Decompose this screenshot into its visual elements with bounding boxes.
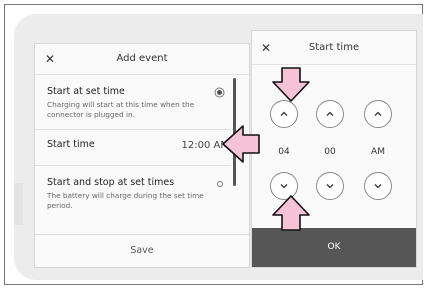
chevron-up-icon — [374, 111, 382, 116]
option2-title: Start and stop at set times — [47, 177, 175, 188]
option1-radio[interactable] — [217, 90, 222, 95]
hour-up-button[interactable] — [270, 100, 298, 128]
period-up-button[interactable] — [364, 100, 392, 128]
add-event-header: ✕ Add event — [35, 44, 249, 75]
left-arrow-callout — [222, 125, 260, 163]
save-button[interactable]: Save — [35, 234, 249, 267]
start-time-label: Start time — [47, 139, 95, 150]
up-arrow-callout — [272, 195, 310, 231]
ok-button[interactable]: OK — [252, 228, 416, 267]
chevron-up-icon — [326, 111, 334, 116]
period-value: AM — [371, 147, 385, 157]
divider — [35, 165, 231, 166]
chevron-down-icon — [374, 184, 382, 189]
chevron-down-icon — [326, 184, 334, 189]
hour-value: 04 — [278, 147, 290, 157]
minute-up-button[interactable] — [316, 100, 344, 128]
start-time-dialog: ✕ Start time 04 00 AM OK — [251, 30, 417, 268]
option2-description: The battery will charge during the set t… — [47, 191, 204, 210]
add-event-title: Add event — [116, 53, 168, 64]
start-time-header: ✕ Start time — [252, 31, 416, 65]
chevron-down-icon — [280, 184, 288, 189]
start-time-title: Start time — [308, 42, 360, 53]
option1-title: Start at set time — [47, 86, 125, 97]
chevron-up-icon — [280, 111, 288, 116]
divider — [35, 129, 231, 130]
period-down-button[interactable] — [364, 172, 392, 200]
minute-value: 00 — [324, 147, 336, 157]
add-event-dialog: ✕ Add event Start at set time Charging w… — [34, 43, 250, 268]
down-arrow-callout — [272, 67, 310, 102]
option2-radio[interactable] — [217, 181, 223, 187]
screen-edge-tab — [14, 183, 23, 225]
option1-description: Charging will start at this time when th… — [47, 100, 195, 119]
minute-down-button[interactable] — [316, 172, 344, 200]
